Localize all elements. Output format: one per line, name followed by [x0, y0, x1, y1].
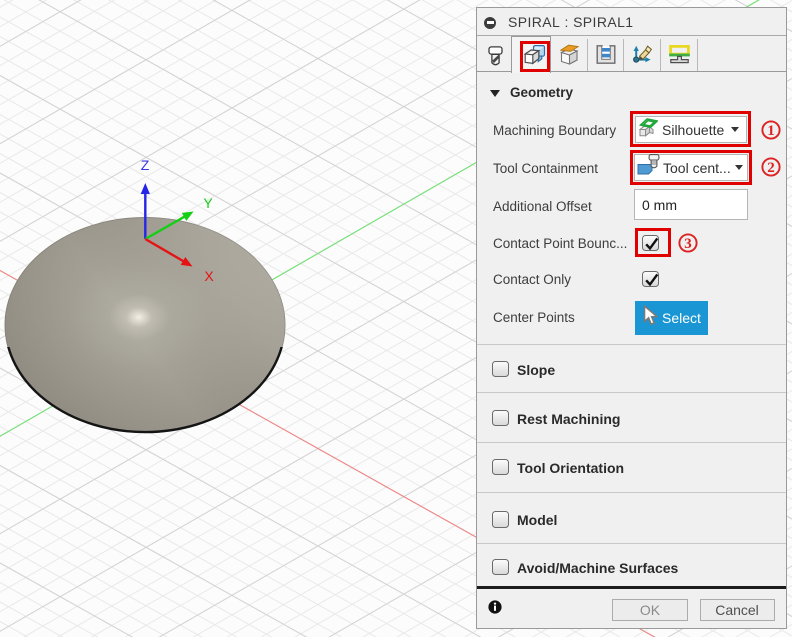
svg-text:X: X — [204, 268, 214, 284]
svg-text:Z: Z — [141, 157, 150, 173]
svg-text:2: 2 — [767, 160, 775, 176]
svg-text:3: 3 — [684, 236, 692, 252]
svg-text:1: 1 — [767, 123, 775, 139]
svg-text:Y: Y — [203, 195, 213, 211]
